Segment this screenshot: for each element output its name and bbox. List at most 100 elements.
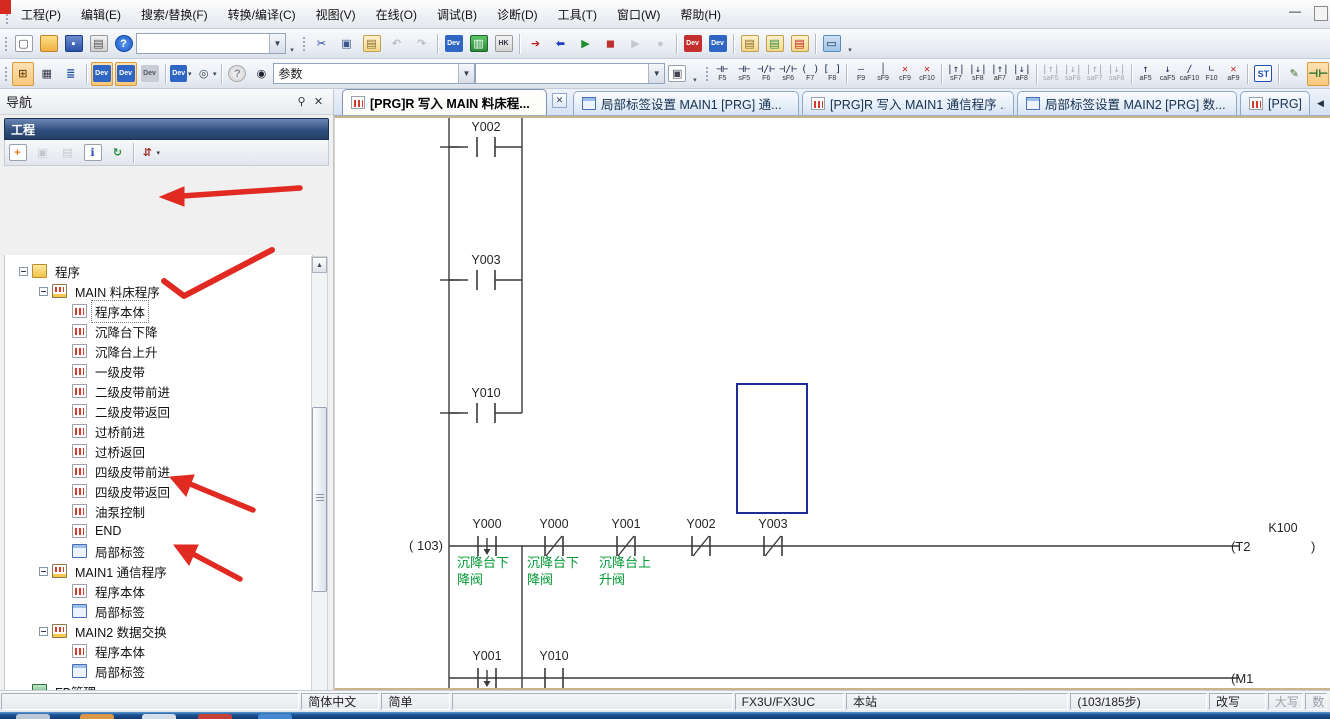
tree-item[interactable]: 四级皮带返回 (5, 481, 312, 501)
open-contact-icon[interactable]: ⊣⊢F5 (711, 61, 733, 87)
tree-item[interactable]: 过桥返回 (5, 441, 312, 461)
open-branch-icon[interactable]: ⊣⊢sF5 (733, 61, 755, 87)
tree-item[interactable]: 局部标签 (5, 661, 312, 681)
tree-item[interactable]: 二级皮带前进 (5, 381, 312, 401)
inline-st-icon[interactable]: ST (1252, 62, 1274, 86)
parameter-note1-icon[interactable]: ▤ (738, 32, 761, 56)
chevron-down-icon[interactable]: ▼ (648, 64, 664, 83)
property-icon[interactable]: ℹ (81, 141, 104, 165)
device-test-icon[interactable]: Dev (681, 32, 704, 56)
menu-诊断(D)[interactable]: 诊断(D) (488, 3, 547, 26)
tree-item[interactable]: 一级皮带 (5, 361, 312, 381)
coil-icon[interactable]: ( )F7 (799, 61, 821, 87)
taskbar-item[interactable] (258, 714, 292, 719)
monitor-pause-icon[interactable]: ▶ (624, 32, 647, 56)
document-tab-1[interactable]: [PRG]R 写入 MAIN 料床程... (342, 89, 547, 115)
device-display-dropdown-icon[interactable]: Dev▾ (169, 62, 192, 86)
toolbar-gripper[interactable] (3, 65, 8, 83)
taskbar-item[interactable] (198, 714, 232, 719)
menu-帮助(H)[interactable]: 帮助(H) (671, 3, 730, 26)
delete-line-icon[interactable]: ✕aF9 (1222, 61, 1244, 87)
print-icon[interactable]: ▤ (87, 32, 110, 56)
device-comment-icon[interactable]: Dev (91, 62, 113, 86)
navigation-window-icon[interactable]: ⊞ (12, 62, 34, 86)
copy-data-icon[interactable]: ▣ (31, 141, 54, 165)
expand-collapse-icon[interactable] (39, 567, 48, 576)
chevron-down-icon[interactable]: ▼ (269, 34, 285, 53)
device-combo[interactable]: ▼ (475, 63, 665, 84)
expand-collapse-icon[interactable] (19, 267, 28, 276)
taskbar-item[interactable] (16, 714, 50, 719)
ladder-canvas[interactable]: Y002Y003Y010Y000Y000Y001Y002Y003( 103)(T… (334, 116, 1330, 690)
undo-icon[interactable]: ↶ (385, 32, 408, 56)
ladder-selection-cursor[interactable] (736, 383, 808, 514)
menu-编辑(E)[interactable]: 编辑(E) (72, 3, 130, 26)
menu-窗口(W)[interactable]: 窗口(W) (608, 3, 669, 26)
taskbar-item[interactable] (80, 714, 114, 719)
windows-taskbar[interactable] (0, 712, 1330, 719)
tree-item[interactable]: 二级皮带返回 (5, 401, 312, 421)
redo-icon[interactable]: ↷ (410, 32, 433, 56)
tab-close-icon[interactable]: ✕ (552, 93, 567, 108)
vertical-line-icon[interactable]: │sF9 (872, 61, 894, 87)
copy-icon[interactable]: ▣ (335, 32, 358, 56)
menu-调试(B)[interactable]: 调试(B) (428, 3, 486, 26)
device-find-icon[interactable]: Dev (442, 32, 465, 56)
tree-item[interactable]: 四级皮带前进 (5, 461, 312, 481)
keyword-combo[interactable]: ▼ (136, 33, 286, 54)
window-restore-button[interactable] (1314, 6, 1328, 21)
toolbar-overflow-icon[interactable]: ▾ (286, 32, 298, 56)
tree-item[interactable]: 过桥前进 (5, 421, 312, 441)
tree-scrollbar[interactable]: ▲ ▼ (311, 256, 328, 712)
delete-hline-icon[interactable]: ✕cF9 (894, 61, 916, 87)
horizontal-line-icon[interactable]: —F9 (850, 61, 872, 87)
close-contact-icon[interactable]: ⊣/⊢F6 (755, 61, 777, 87)
find-in-page-icon[interactable]: ▣ (666, 62, 688, 86)
rising-edge-icon[interactable]: ↑aF5 (1135, 61, 1157, 87)
monitor-write-mode-icon[interactable]: ⊣⊢ (1307, 62, 1329, 86)
close-branch-icon[interactable]: ⊣/⊢sF6 (777, 61, 799, 87)
toolbar-gripper[interactable] (3, 35, 8, 53)
falling-pulse-close-branch-icon[interactable]: |↓|saF8 (1106, 61, 1128, 87)
device-memory-icon[interactable]: Dev (115, 62, 137, 86)
falling-edge-icon[interactable]: ↓caF5 (1157, 61, 1179, 87)
tree-item[interactable]: END (5, 521, 312, 541)
new-project-icon[interactable]: ▢ (12, 32, 35, 56)
falling-pulse-icon[interactable]: |↓|sF8 (967, 61, 989, 87)
delete-vline-icon[interactable]: ✕cF10 (916, 61, 938, 87)
document-tab-4[interactable]: 局部标签设置 MAIN2 [PRG] 数... (1017, 91, 1237, 115)
falling-pulse-close-icon[interactable]: |↓|saF6 (1062, 61, 1084, 87)
tree-item[interactable]: 油泵控制 (5, 501, 312, 521)
rising-pulse-icon[interactable]: |↑|sF7 (945, 61, 967, 87)
invert-result-icon[interactable]: ∕caF10 (1179, 61, 1201, 87)
document-tab-3[interactable]: [PRG]R 写入 MAIN1 通信程序 ... (802, 91, 1014, 115)
rising-pulse-branch-icon[interactable]: |↑|aF7 (989, 61, 1011, 87)
tree-item[interactable]: 程序本体 (5, 581, 312, 601)
scrollbar-thumb[interactable] (312, 407, 327, 592)
parameter-combo[interactable]: 参数▼ (273, 63, 475, 84)
tree-item[interactable]: MAIN2 数据交换 (5, 621, 312, 641)
cut-icon[interactable]: ✂ (310, 32, 333, 56)
new-data-icon[interactable]: + (6, 141, 29, 165)
help-icon[interactable]: ? (112, 32, 135, 56)
help2-icon[interactable]: ? (226, 62, 248, 86)
tree-item[interactable]: 局部标签 (5, 541, 312, 561)
application-instruction-icon[interactable]: [ ]F8 (821, 61, 843, 87)
menu-搜索/替换(F)[interactable]: 搜索/替换(F) (132, 3, 217, 26)
tab-scroll-left-icon[interactable]: ◀ (1313, 95, 1328, 111)
falling-pulse-branch-icon[interactable]: |↓|aF8 (1011, 61, 1033, 87)
tree-item[interactable]: 程序本体 (5, 301, 312, 321)
parameter-note3-icon[interactable]: ▤ (788, 32, 811, 56)
write-to-plc-icon[interactable]: ➔ (524, 32, 547, 56)
device-batch-icon[interactable]: Dev (706, 32, 729, 56)
instruction-find-icon[interactable]: HK (492, 32, 515, 56)
open-project-icon[interactable] (37, 32, 60, 56)
chevron-down-icon[interactable]: ▼ (458, 64, 474, 83)
taskbar-item[interactable] (142, 714, 176, 719)
parameter-note2-icon[interactable]: ▤ (763, 32, 786, 56)
device-batch2-icon[interactable]: Dev (139, 62, 161, 86)
sort-display-icon[interactable]: ⇵▾ (138, 141, 161, 165)
document-tab-2[interactable]: 局部标签设置 MAIN1 [PRG] 通... (573, 91, 799, 115)
monitor-resume-icon[interactable]: ● (649, 32, 672, 56)
menu-视图(V)[interactable]: 视图(V) (307, 3, 365, 26)
